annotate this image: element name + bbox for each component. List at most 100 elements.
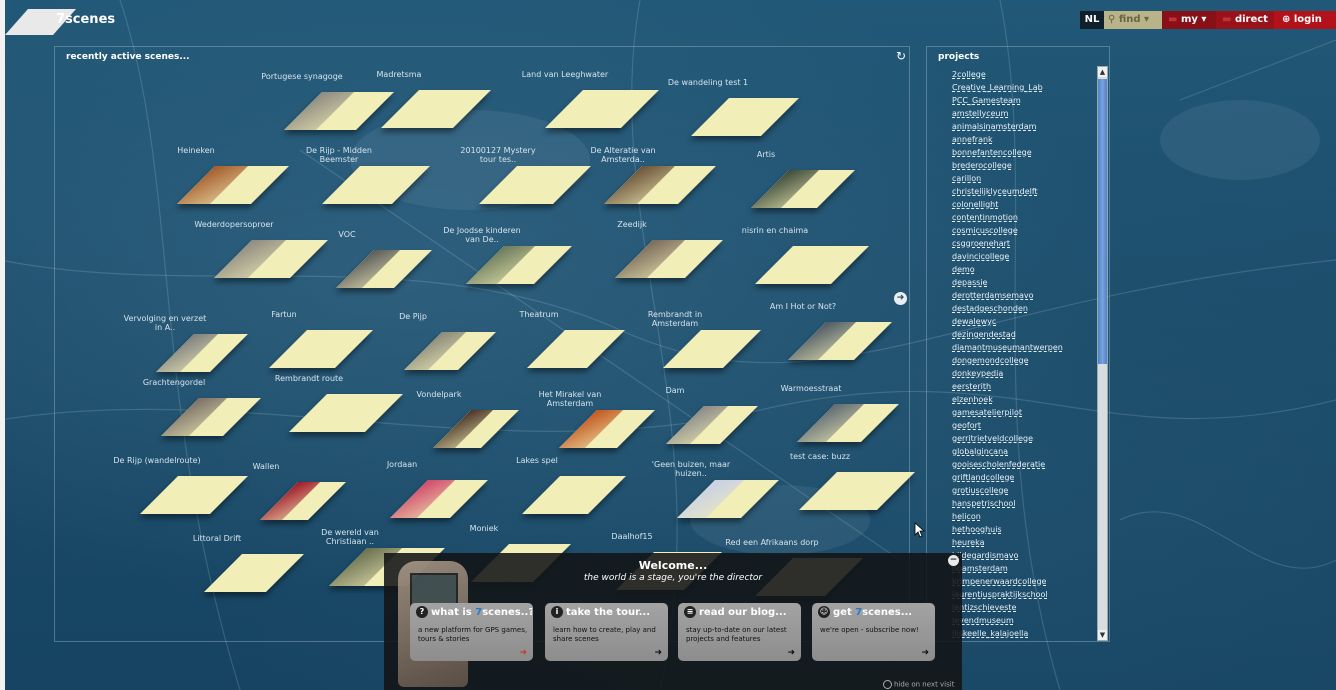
project-link[interactable]: dewalewyc xyxy=(952,315,1097,328)
project-link[interactable]: christelijklyceumdelft xyxy=(952,185,1097,198)
project-link[interactable]: PCC_Gamesteam xyxy=(952,94,1097,107)
project-link[interactable]: derotterdamsemavo xyxy=(952,289,1097,302)
project-link[interactable]: brederocollege xyxy=(952,159,1097,172)
project-link[interactable]: laurentiuspraktijkschool xyxy=(952,588,1097,601)
scene-item[interactable]: Theatrum xyxy=(496,310,625,390)
scene-label: nisrin en chaima xyxy=(741,226,809,235)
project-link[interactable]: griftlandcollege xyxy=(952,471,1097,484)
scene-item[interactable]: Wallen xyxy=(228,462,346,542)
project-link[interactable]: dezingendestad xyxy=(952,328,1097,341)
what-is-card[interactable]: ? what is 7scenes..? a new platform for G… xyxy=(410,603,533,661)
project-link[interactable]: lentizschieveste xyxy=(952,601,1097,614)
scene-item[interactable]: De wandeling test 1 xyxy=(666,78,799,158)
scene-item[interactable]: Madretsma xyxy=(356,70,491,150)
welcome-title: Welcome... xyxy=(638,559,708,572)
project-link[interactable]: destadgeschonden xyxy=(952,302,1097,315)
scene-item[interactable]: Portugese synagoge xyxy=(256,72,394,152)
project-link[interactable]: heureka xyxy=(952,536,1097,549)
scene-item[interactable]: Dam xyxy=(640,386,758,466)
scene-item[interactable]: Rembrandt in Amsterdam xyxy=(630,310,761,390)
scene-item[interactable]: De Rijp (wandelroute) xyxy=(112,456,248,536)
scene-label: De Pijp xyxy=(399,312,427,321)
project-link[interactable]: gerritrietveldcollege xyxy=(952,432,1097,445)
scene-item[interactable]: Land van Leeghwater xyxy=(520,70,659,150)
project-link[interactable]: colonellight xyxy=(952,198,1097,211)
project-link[interactable]: demo xyxy=(952,263,1097,276)
scene-item[interactable]: Vondelpark xyxy=(396,390,519,470)
project-link[interactable]: carillon xyxy=(952,172,1097,185)
scene-item[interactable]: Zeedijk xyxy=(590,220,723,300)
get-scenes-card[interactable]: ☺ get 7scenes... we're open - subscribe n… xyxy=(812,603,935,661)
scene-label: Rembrandt in Amsterdam xyxy=(647,310,703,328)
project-link[interactable]: dongemondcollege xyxy=(952,354,1097,367)
project-link[interactable]: grotiuscollege xyxy=(952,484,1097,497)
scene-item[interactable]: De Pijp xyxy=(376,312,496,392)
scroll-thumb[interactable] xyxy=(1098,79,1107,364)
project-link[interactable]: csggroenehart xyxy=(952,237,1097,250)
scene-item[interactable]: Heineken xyxy=(150,146,289,226)
login-button[interactable]: ⊕ login xyxy=(1274,11,1336,29)
project-link[interactable]: depassie xyxy=(952,276,1097,289)
scene-item[interactable]: Wederdopersoproer xyxy=(186,220,328,300)
scroll-up-icon[interactable]: ▲ xyxy=(1098,67,1107,77)
scenes-panel-title: recently active scenes... xyxy=(66,52,190,62)
find-menu[interactable]: ⚲ find ▾ xyxy=(1104,11,1162,29)
project-link[interactable]: gooisescholenfederatie xyxy=(952,458,1097,471)
project-link[interactable]: gamesatelierpilot xyxy=(952,406,1097,419)
project-link[interactable]: hildegardismavo xyxy=(952,549,1097,562)
scroll-down-icon[interactable]: ▼ xyxy=(1098,630,1107,640)
project-link[interactable]: krimpenerwaardcollege xyxy=(952,575,1097,588)
scene-item[interactable]: Artis xyxy=(726,150,855,230)
scene-item[interactable]: test case: buzz xyxy=(776,452,915,532)
my-menu[interactable]: ▬ my ▾ xyxy=(1162,11,1216,29)
tour-card[interactable]: i take the tour... learn how to create, p… xyxy=(545,603,668,661)
project-link[interactable]: levendmuseum xyxy=(952,614,1097,627)
scene-item[interactable]: 20100127 Mystery tour tes.. xyxy=(454,146,591,226)
project-link[interactable]: davincicollege xyxy=(952,250,1097,263)
tour-card-head: i take the tour... xyxy=(551,606,667,618)
scene-item[interactable]: Am I Hot or Not? xyxy=(760,302,892,382)
project-link[interactable]: donkeypedia xyxy=(952,367,1097,380)
project-link[interactable]: hanspetrischool xyxy=(952,497,1097,510)
projects-scrollbar[interactable]: ▲ ▼ xyxy=(1097,66,1108,641)
hide-next-visit[interactable]: hide on next visit xyxy=(883,680,954,689)
scene-item[interactable]: Grachtengordel xyxy=(132,378,261,458)
project-link[interactable]: helicon xyxy=(952,510,1097,523)
direct-menu[interactable]: ▬ direct xyxy=(1216,11,1274,29)
project-link[interactable]: contentinmotion xyxy=(952,211,1097,224)
project-link[interactable]: 2college xyxy=(952,68,1097,81)
project-link[interactable]: animalsinamsterdam xyxy=(952,120,1097,133)
project-link[interactable]: eersterith xyxy=(952,380,1097,393)
project-link[interactable]: amstelIyceum xyxy=(952,107,1097,120)
scene-item[interactable]: De Joodse kinderen van De.. xyxy=(440,226,572,306)
lang-button[interactable]: NL xyxy=(1080,11,1104,29)
project-link[interactable]: globalgincana xyxy=(952,445,1097,458)
next-page-icon[interactable]: ➜ xyxy=(894,292,907,305)
direct-icon: ▬ xyxy=(1222,14,1232,25)
close-icon[interactable]: − xyxy=(948,555,959,566)
scene-item[interactable]: nisrin en chaima xyxy=(730,226,869,306)
project-link[interactable]: geofort xyxy=(952,419,1097,432)
project-link[interactable]: cosmicuscollege xyxy=(952,224,1097,237)
project-link[interactable]: annefrank xyxy=(952,133,1097,146)
scene-item[interactable]: De Alteratie van Amsterda.. xyxy=(580,146,716,226)
scene-item[interactable]: Rembrandt route xyxy=(264,374,403,454)
project-link[interactable]: hoamsterdam xyxy=(952,562,1097,575)
scene-item[interactable]: 'Geen buizen, maar huizen.. xyxy=(636,460,779,540)
scene-item[interactable]: VOC xyxy=(308,230,432,310)
scene-item[interactable]: Littoral Drift xyxy=(178,534,304,614)
scene-label: Am I Hot or Not? xyxy=(769,302,837,311)
logo[interactable]: 7scenes xyxy=(0,9,115,35)
scene-thumbnail xyxy=(336,250,401,288)
project-link[interactable]: hethooghuis xyxy=(952,523,1097,536)
project-link[interactable]: elzenhoek xyxy=(952,393,1097,406)
scene-label: Het Mirakel van Amsterdam xyxy=(538,390,602,408)
project-link[interactable]: lliskeelle_kalajoella xyxy=(952,627,1097,640)
scene-label: Rembrandt route xyxy=(274,374,344,383)
project-link[interactable]: bonnefantencollege xyxy=(952,146,1097,159)
scene-item[interactable]: De Rijp - Midden Beemster xyxy=(298,146,430,226)
blog-card[interactable]: ≡ read our blog... stay up-to-date on our… xyxy=(678,603,801,661)
project-link[interactable]: diamantmuseumantwerpen xyxy=(952,341,1097,354)
project-link[interactable]: Creative_Learning_Lab xyxy=(952,81,1097,94)
refresh-icon[interactable]: ↻ xyxy=(896,50,908,62)
